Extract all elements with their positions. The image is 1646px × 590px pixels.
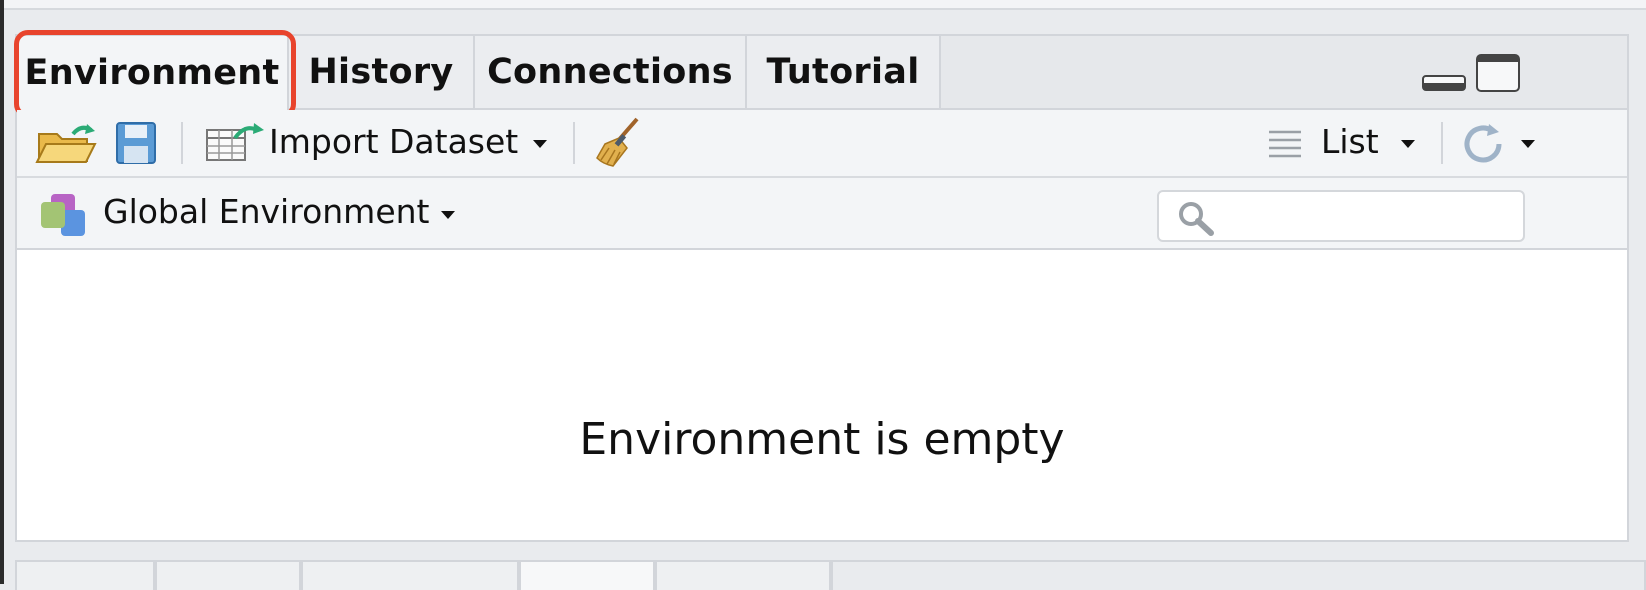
top-pane-strip bbox=[4, 0, 1646, 10]
chevron-down-icon bbox=[533, 140, 547, 148]
toolbar-separator bbox=[573, 122, 575, 164]
tab-label: Environment bbox=[24, 53, 280, 93]
bottom-tab[interactable] bbox=[155, 560, 301, 590]
bottom-pane-tabs bbox=[15, 560, 1646, 590]
empty-environment-message: Environment is empty bbox=[579, 414, 1065, 465]
environment-selector-label: Global Environment bbox=[103, 192, 430, 231]
folder-open-icon[interactable] bbox=[35, 120, 97, 166]
bottom-tab[interactable] bbox=[519, 560, 655, 590]
bottom-tab[interactable] bbox=[655, 560, 831, 590]
search-icon bbox=[1179, 202, 1214, 236]
minimize-icon[interactable] bbox=[1422, 70, 1466, 92]
environment-selector-bar: Global Environment bbox=[17, 178, 1627, 250]
environment-pane: Environment History Connections Tutorial bbox=[14, 30, 1629, 542]
bottom-tab-strip bbox=[831, 560, 1646, 590]
import-dataset-label: Import Dataset bbox=[269, 122, 519, 161]
tab-label: Tutorial bbox=[766, 52, 920, 92]
list-icon bbox=[1269, 130, 1301, 158]
view-mode-label: List bbox=[1321, 122, 1379, 161]
tab-bar: Environment History Connections Tutorial bbox=[17, 36, 1627, 110]
refresh-button[interactable] bbox=[1459, 110, 1539, 176]
environment-toolbar: Import Dataset List bbox=[17, 110, 1627, 178]
import-dataset-button[interactable]: Import Dataset bbox=[205, 110, 555, 176]
bottom-tab[interactable] bbox=[301, 560, 519, 590]
view-mode-dropdown[interactable]: List bbox=[1267, 110, 1427, 176]
tab-label: History bbox=[308, 52, 454, 92]
refresh-icon bbox=[1464, 124, 1502, 163]
search-box[interactable] bbox=[1157, 190, 1525, 242]
floppy-disk-icon[interactable] bbox=[115, 120, 159, 166]
environment-selector[interactable]: Global Environment bbox=[39, 178, 469, 248]
tab-label: Connections bbox=[487, 52, 733, 92]
tab-connections[interactable]: Connections bbox=[475, 36, 747, 108]
environment-icon bbox=[41, 194, 85, 236]
chevron-down-icon bbox=[1401, 140, 1415, 148]
tab-tutorial[interactable]: Tutorial bbox=[747, 36, 941, 108]
search-input[interactable] bbox=[1221, 198, 1515, 236]
table-import-icon bbox=[206, 123, 264, 161]
maximize-icon[interactable] bbox=[1476, 54, 1520, 92]
toolbar-separator bbox=[181, 122, 183, 164]
tab-history[interactable]: History bbox=[289, 36, 475, 108]
chevron-down-icon bbox=[1521, 140, 1535, 148]
environment-content: Environment is empty bbox=[17, 250, 1627, 540]
window-edge bbox=[0, 0, 4, 584]
broom-icon[interactable] bbox=[593, 116, 643, 170]
bottom-tab[interactable] bbox=[15, 560, 155, 590]
tab-environment[interactable]: Environment bbox=[17, 36, 289, 110]
toolbar-separator bbox=[1441, 122, 1443, 164]
chevron-down-icon bbox=[441, 211, 455, 219]
